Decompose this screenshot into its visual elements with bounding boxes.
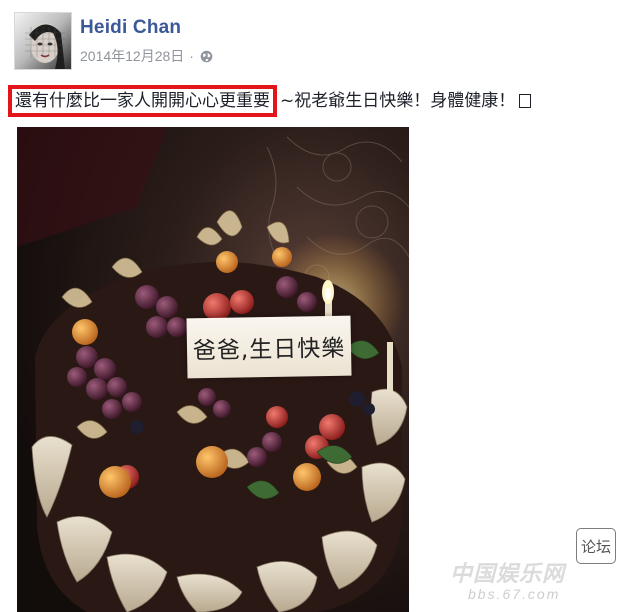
post-meta: 2014年12月28日 · [80, 48, 213, 64]
watermark-domain: bbs.67.com [468, 586, 561, 602]
author-name[interactable]: Heidi Chan [80, 17, 181, 39]
post-date[interactable]: 2014年12月28日 [80, 46, 184, 66]
site-watermark: 论坛 中国娱乐网 bbs.67.com [446, 520, 636, 610]
cake-label: 爸爸,生日快樂 [186, 315, 352, 379]
author-avatar[interactable] [14, 12, 72, 70]
avatar-portrait [15, 13, 71, 69]
highlighted-text: 還有什麼比一家人開開心心更重要 [8, 85, 277, 117]
facebook-post: Heidi Chan 2014年12月28日 · 還有什麼比一家人開開心心更重要… [0, 0, 640, 612]
missing-glyph-box [519, 94, 532, 108]
post-photo[interactable]: 爸爸,生日快樂 [17, 127, 409, 612]
watermark-title: 中国娱乐网 [450, 562, 566, 587]
post-text-rest: ~祝老爺生日快樂！身體健康！ [280, 91, 516, 111]
meta-separator: · [189, 48, 194, 64]
globe-icon[interactable] [200, 50, 213, 63]
post-text: 還有什麼比一家人開開心心更重要 ~祝老爺生日快樂！身體健康！ [8, 85, 532, 117]
forum-badge: 论坛 [576, 528, 616, 564]
